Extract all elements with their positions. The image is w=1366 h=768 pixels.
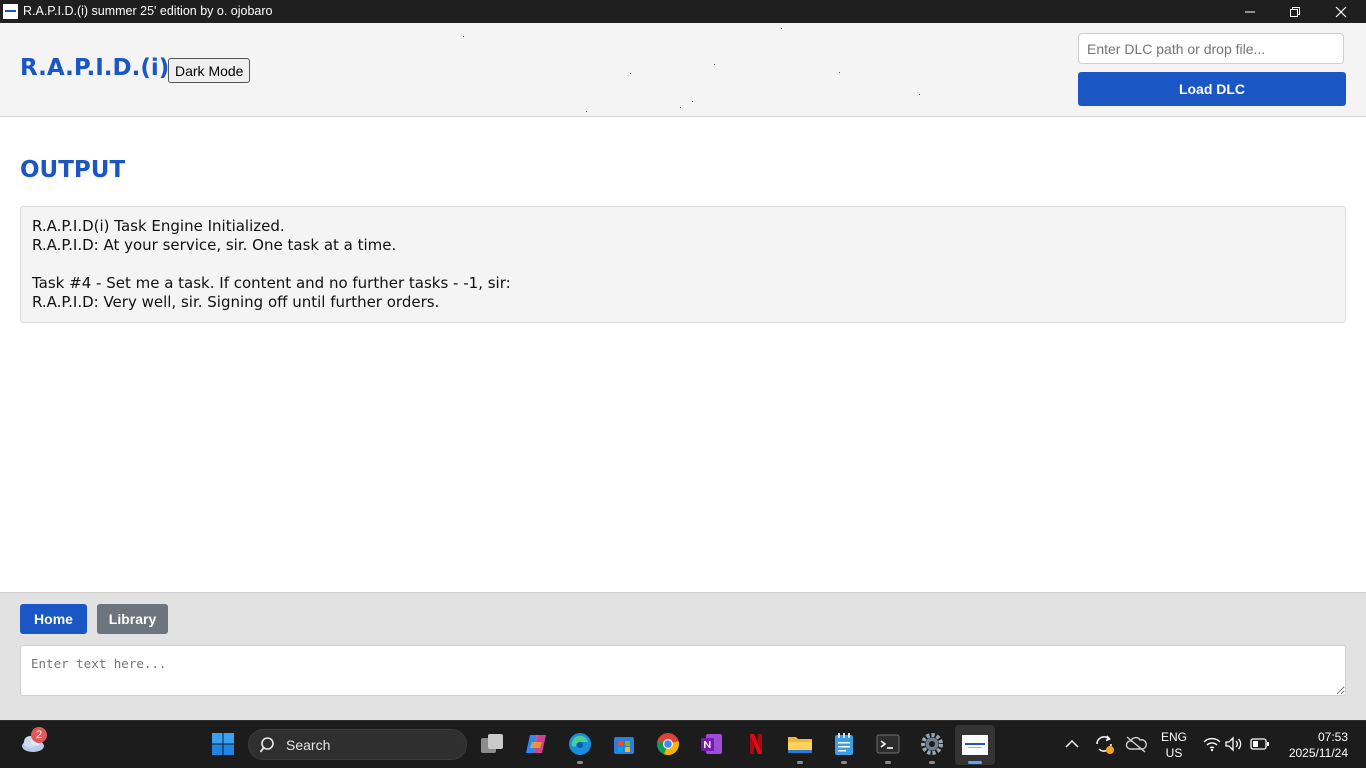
header-speck — [839, 72, 840, 73]
text-entry-input[interactable] — [20, 645, 1346, 696]
load-dlc-button[interactable]: Load DLC — [1078, 72, 1346, 106]
netflix-button[interactable] — [743, 731, 769, 757]
rapid-active-indicator — [968, 761, 982, 764]
taskbar-search[interactable]: Search — [248, 729, 467, 760]
edge-icon — [569, 733, 591, 755]
settings-button[interactable] — [919, 731, 945, 757]
search-label: Search — [286, 737, 331, 753]
output-line: R.A.P.I.D: At your service, sir. One tas… — [32, 236, 397, 254]
task-view-button[interactable] — [479, 731, 505, 757]
header-speck — [692, 101, 693, 102]
battery-button[interactable] — [1247, 731, 1273, 757]
region-indicator[interactable]: US — [1156, 746, 1192, 760]
cloud-off-icon — [1125, 736, 1147, 753]
notepad-button[interactable] — [831, 731, 857, 757]
window-title-bar[interactable]: R.A.P.I.D.(i) summer 25' edition by o. o… — [0, 0, 1366, 23]
terminal-button[interactable] — [875, 731, 901, 757]
wifi-icon — [1203, 737, 1221, 752]
terminal-icon — [876, 734, 900, 754]
close-button[interactable] — [1318, 0, 1364, 23]
app-header: R.A.P.I.D.(i) Dark Mode Load DLC — [0, 23, 1366, 117]
chrome-icon — [657, 733, 679, 756]
clock-time[interactable]: 07:53 — [1286, 730, 1348, 744]
rapid-app-icon — [962, 735, 988, 755]
minimize-button[interactable] — [1227, 0, 1273, 23]
taskbar: 2 Search ENG US 07:53 2025/11/24 — [0, 720, 1366, 768]
onenote-button[interactable] — [699, 731, 725, 757]
app-brand: R.A.P.I.D.(i) — [20, 55, 170, 81]
header-speck — [680, 107, 681, 108]
chrome-button[interactable] — [655, 731, 681, 757]
store-button[interactable] — [611, 731, 637, 757]
netflix-icon — [750, 734, 762, 754]
sync-status-button[interactable] — [1091, 731, 1117, 757]
copilot-icon — [526, 735, 546, 753]
copilot-button[interactable] — [523, 731, 549, 757]
rapid-app-button[interactable] — [955, 725, 995, 765]
terminal-running-indicator — [885, 761, 891, 764]
header-speck — [781, 28, 782, 29]
settings-running-indicator — [929, 761, 935, 764]
file-explorer-button[interactable] — [787, 731, 813, 757]
header-speck — [463, 36, 464, 37]
library-button[interactable]: Library — [97, 604, 168, 634]
start-button[interactable] — [210, 731, 236, 757]
search-icon — [260, 737, 274, 753]
clock-date[interactable]: 2025/11/24 — [1280, 746, 1348, 760]
minimize-icon — [1245, 11, 1255, 12]
onenote-icon — [701, 734, 722, 754]
edge-button[interactable] — [567, 731, 593, 757]
volume-button[interactable] — [1221, 731, 1247, 757]
header-speck — [630, 73, 631, 74]
app-icon — [3, 4, 18, 19]
explorer-running-indicator — [797, 761, 803, 764]
store-icon — [614, 737, 634, 754]
notepad-running-indicator — [841, 761, 847, 764]
output-heading: OUTPUT — [20, 157, 126, 183]
header-speck — [586, 111, 587, 112]
sync-icon — [1096, 735, 1114, 754]
output-panel: R.A.P.I.D(i) Task Engine Initialized. R.… — [20, 206, 1346, 323]
window-title: R.A.P.I.D.(i) summer 25' edition by o. o… — [23, 4, 273, 18]
edge-running-indicator — [577, 761, 583, 764]
folder-icon — [788, 737, 812, 753]
cloud-offline-button[interactable] — [1123, 731, 1149, 757]
restore-icon — [1290, 6, 1300, 17]
output-line: Task #4 - Set me a task. If content and … — [32, 274, 511, 292]
notification-badge: 2 — [31, 727, 47, 743]
gear-icon — [921, 733, 943, 755]
output-line: R.A.P.I.D: Very well, sir. Signing off u… — [32, 293, 440, 311]
show-hidden-icons-button[interactable] — [1059, 731, 1085, 757]
battery-icon — [1250, 738, 1269, 750]
dark-mode-button[interactable]: Dark Mode — [168, 58, 251, 83]
output-line: R.A.P.I.D(i) Task Engine Initialized. — [32, 217, 285, 235]
header-speck — [714, 64, 715, 65]
chevron-up-icon — [1065, 739, 1079, 748]
home-button[interactable]: Home — [20, 604, 87, 634]
language-indicator[interactable]: ENG — [1156, 730, 1192, 744]
restore-button[interactable] — [1272, 0, 1318, 23]
task-view-icon — [481, 734, 503, 753]
bottom-panel: Home Library — [0, 592, 1366, 721]
header-speck — [919, 94, 920, 95]
dlc-path-input[interactable] — [1078, 33, 1344, 64]
notepad-icon — [835, 733, 853, 755]
speaker-icon — [1225, 736, 1242, 752]
windows-logo-icon — [212, 733, 234, 755]
close-icon — [1335, 6, 1347, 17]
